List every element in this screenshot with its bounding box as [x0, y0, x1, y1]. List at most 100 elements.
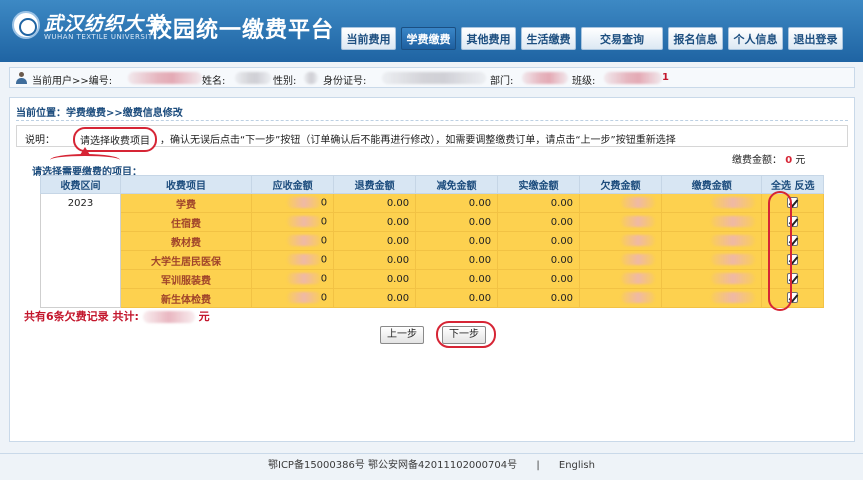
col-header-due: 应收金额 — [251, 175, 335, 194]
redacted-value — [711, 197, 756, 209]
owed-amount — [579, 269, 663, 289]
due-amount: 0 — [251, 231, 335, 251]
col-header-reduce: 减免金额 — [415, 175, 499, 194]
nav-registration-info[interactable]: 报名信息 — [668, 27, 723, 50]
reduce-amount: 0.00 — [415, 250, 499, 270]
refund-amount: 0.00 — [333, 231, 417, 251]
paid-amount: 0.00 — [497, 212, 581, 232]
nav-other-fees[interactable]: 其他费用 — [461, 27, 516, 50]
select-inverse-link[interactable]: 反选 — [794, 181, 814, 192]
table-header-row: 收费区间 收费项目 应收金额 退费金额 减免金额 实缴金额 欠费金额 缴费金额 … — [40, 175, 824, 194]
payment-amount-unit: 元 — [795, 155, 806, 166]
content-panel: 当前位置：学费缴费>>缴费信息修改 说明： 请选择收费项目 ，确认无误后点击“下… — [9, 97, 855, 442]
user-info-bar: 当前用户>>编号: 姓名: 性别: 身份证号: 部门: 班级: 1 — [9, 67, 855, 88]
redacted-value — [621, 216, 656, 228]
school-seal-icon — [12, 11, 40, 39]
id-number-label: 身份证号: — [323, 76, 367, 87]
pay-amount — [661, 212, 763, 232]
reduce-amount: 0.00 — [415, 212, 499, 232]
reduce-amount: 0.00 — [415, 193, 499, 213]
table-row: 大学生居民医保 0 0.00 0.00 0.00 — [41, 250, 824, 270]
id-number-redacted — [382, 72, 486, 84]
top-nav: 当前费用 学费缴费 其他费用 生活缴费 交易查询 报名信息 个人信息 退出登录 — [341, 27, 848, 50]
col-header-pay: 缴费金额 — [661, 175, 763, 194]
col-header-paid: 实缴金额 — [497, 175, 581, 194]
notice-prefix: 说明： — [25, 135, 55, 146]
col-header-owed: 欠费金额 — [579, 175, 663, 194]
nav-tuition-payment[interactable]: 学费缴费 — [401, 27, 456, 50]
redacted-value — [286, 197, 321, 209]
user-icon — [16, 72, 27, 84]
reduce-amount: 0.00 — [415, 231, 499, 251]
refund-amount: 0.00 — [333, 212, 417, 232]
footer: 鄂ICP备15000386号 鄂公安网备42011102000704号 | En… — [0, 453, 863, 480]
pay-amount — [661, 269, 763, 289]
prev-step-button[interactable]: 上一步 — [380, 326, 424, 344]
redacted-value — [621, 273, 656, 285]
pay-amount — [661, 288, 763, 308]
class-label: 班级: — [572, 76, 596, 87]
arrears-summary: 共有6条欠费记录 共计: 元 — [24, 308, 210, 324]
due-tail: 0 — [320, 197, 328, 209]
table-row: 军训服装费 0 0.00 0.00 0.00 — [41, 269, 824, 289]
footer-separator: | — [536, 460, 540, 471]
redacted-value — [286, 273, 321, 285]
user-id-redacted — [128, 72, 202, 84]
nav-logout[interactable]: 退出登录 — [788, 27, 843, 50]
school-name: 武汉纺织大学 — [44, 13, 165, 35]
payment-amount-value: 0 — [785, 155, 793, 166]
due-amount: 0 — [251, 288, 335, 308]
col-header-refund: 退费金额 — [333, 175, 417, 194]
refund-amount: 0.00 — [333, 193, 417, 213]
owed-amount — [579, 193, 663, 213]
redacted-value — [621, 254, 656, 266]
due-amount: 0 — [251, 269, 335, 289]
payment-amount: 缴费金额： 0 元 — [732, 151, 805, 166]
notice-box: 说明： 请选择收费项目 ，确认无误后点击“下一步”按钮（订单确认后不能再进行修改… — [16, 125, 848, 152]
paid-amount: 0.00 — [497, 269, 581, 289]
notice-text: ，确认无误后点击“下一步”按钮（订单确认后不能再进行修改），如需要调整缴费订单，… — [160, 135, 676, 146]
redacted-value — [711, 235, 756, 247]
header-banner: 武汉纺织大学 WUHAN TEXTILE UNIVERSITY 校园统一缴费平台… — [0, 0, 863, 62]
summary-total-redacted — [142, 311, 195, 323]
due-amount: 0 — [251, 250, 335, 270]
nav-living-payment[interactable]: 生活缴费 — [521, 27, 576, 50]
system-title: 校园统一缴费平台 — [150, 18, 335, 43]
redacted-value — [711, 254, 756, 266]
period-cell: 2023 — [40, 193, 121, 308]
table-row: 教材费 0 0.00 0.00 0.00 — [41, 231, 824, 251]
dept-label: 部门: — [490, 76, 514, 87]
pay-amount — [661, 250, 763, 270]
due-tail: 0 — [320, 292, 328, 304]
language-link[interactable]: English — [559, 460, 595, 471]
annotation-ring-checkboxes — [768, 191, 792, 311]
fee-item: 学费 — [119, 193, 253, 213]
paid-amount: 0.00 — [497, 250, 581, 270]
fee-item: 教材费 — [119, 231, 253, 251]
fee-item: 大学生居民医保 — [119, 250, 253, 270]
owed-amount — [579, 212, 663, 232]
table-row: 新生体检费 0 0.00 0.00 0.00 — [41, 288, 824, 308]
annotation-ring-next — [436, 321, 496, 348]
reduce-amount: 0.00 — [415, 288, 499, 308]
nav-personal-info[interactable]: 个人信息 — [728, 27, 783, 50]
fee-item: 军训服装费 — [119, 269, 253, 289]
col-header-period: 收费区间 — [40, 175, 121, 194]
nav-transaction-query[interactable]: 交易查询 — [581, 27, 663, 50]
due-amount: 0 — [251, 193, 335, 213]
reduce-amount: 0.00 — [415, 269, 499, 289]
col-header-item: 收费项目 — [119, 175, 253, 194]
redacted-value — [621, 235, 656, 247]
summary-prefix: 共有6条欠费记录 共计: — [24, 310, 139, 323]
current-user-label: 当前用户>>编号: — [32, 76, 113, 87]
owed-amount — [579, 250, 663, 270]
annotation-arrow-head — [80, 147, 90, 155]
table-row: 住宿费 0 0.00 0.00 0.00 — [41, 212, 824, 232]
refund-amount: 0.00 — [333, 250, 417, 270]
redacted-value — [711, 292, 756, 304]
pay-amount — [661, 193, 763, 213]
breadcrumb: 当前位置：学费缴费>>缴费信息修改 — [16, 108, 183, 119]
refund-amount: 0.00 — [333, 269, 417, 289]
name-redacted — [235, 72, 271, 84]
nav-current-fees[interactable]: 当前费用 — [341, 27, 396, 50]
